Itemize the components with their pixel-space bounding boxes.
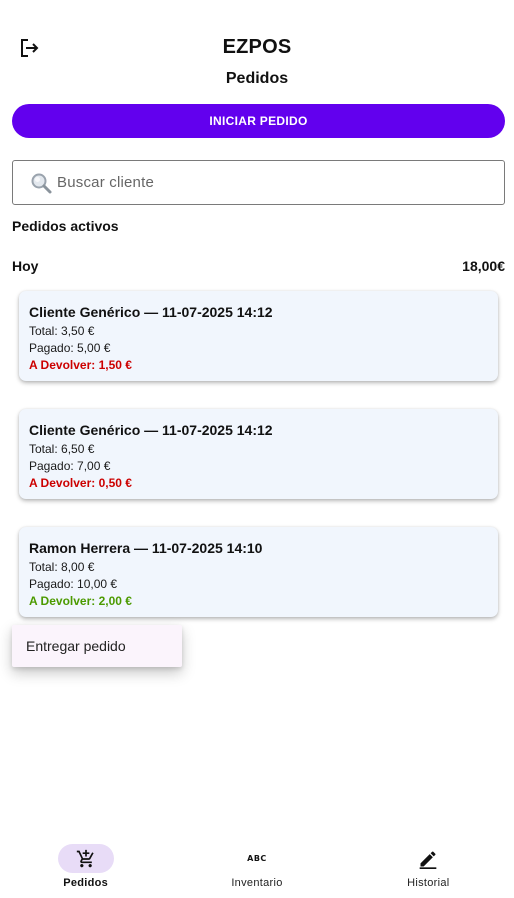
order-refund: A Devolver: 2,00 € xyxy=(29,594,132,608)
nav-label: Inventario xyxy=(231,877,283,889)
screen: EZPOS Pedidos INICIAR PEDIDO Buscar clie… xyxy=(0,0,514,898)
order-title: Cliente Genérico — 11-07-2025 14:12 xyxy=(29,422,273,438)
order-paid: Pagado: 7,00 € xyxy=(29,459,111,473)
order-refund: A Devolver: 1,50 € xyxy=(29,358,132,372)
nav-item-historial[interactable]: Historial xyxy=(368,840,488,898)
nav-label: Pedidos xyxy=(63,877,109,889)
order-refund: A Devolver: 0,50 € xyxy=(29,476,132,490)
active-orders-heading: Pedidos activos xyxy=(12,218,119,234)
add-shopping-cart-icon xyxy=(76,849,94,867)
order-title: Cliente Genérico — 11-07-2025 14:12 xyxy=(29,304,273,320)
abc-icon: ABC xyxy=(247,854,267,863)
bottom-nav: Pedidos ABC Inventario Historial xyxy=(0,840,514,898)
edit-icon xyxy=(419,850,437,869)
order-total: Total: 8,00 € xyxy=(29,560,95,574)
order-title: Ramon Herrera — 11-07-2025 14:10 xyxy=(29,540,263,556)
order-card[interactable]: Cliente Genérico — 11-07-2025 14:12 Tota… xyxy=(19,409,498,499)
order-paid: Pagado: 5,00 € xyxy=(29,341,111,355)
nav-icon-container: ABC xyxy=(229,844,285,873)
date-group-total: 18,00€ xyxy=(462,258,505,274)
nav-item-inventario[interactable]: ABC Inventario xyxy=(197,840,317,898)
magnifier-icon xyxy=(31,173,52,193)
start-order-button[interactable]: INICIAR PEDIDO xyxy=(12,104,505,138)
order-total: Total: 3,50 € xyxy=(29,324,95,338)
deliver-order-menu-item[interactable]: Entregar pedido xyxy=(12,625,182,667)
nav-icon-container xyxy=(400,844,456,873)
search-placeholder: Buscar cliente xyxy=(57,174,155,191)
order-paid: Pagado: 10,00 € xyxy=(29,577,118,591)
date-group-label: Hoy xyxy=(12,258,39,274)
order-card[interactable]: Ramon Herrera — 11-07-2025 14:10 Total: … xyxy=(19,527,498,617)
nav-icon-container xyxy=(57,844,114,873)
order-total: Total: 6,50 € xyxy=(29,442,95,456)
nav-label: Historial xyxy=(407,877,450,889)
order-card[interactable]: Cliente Genérico — 11-07-2025 14:12 Tota… xyxy=(19,291,498,381)
date-group-header: Hoy 18,00€ xyxy=(12,258,505,274)
search-input[interactable]: Buscar cliente xyxy=(12,160,505,205)
nav-item-pedidos[interactable]: Pedidos xyxy=(26,840,146,898)
page-title: Pedidos xyxy=(225,70,289,87)
app-title: EZPOS xyxy=(222,36,292,58)
